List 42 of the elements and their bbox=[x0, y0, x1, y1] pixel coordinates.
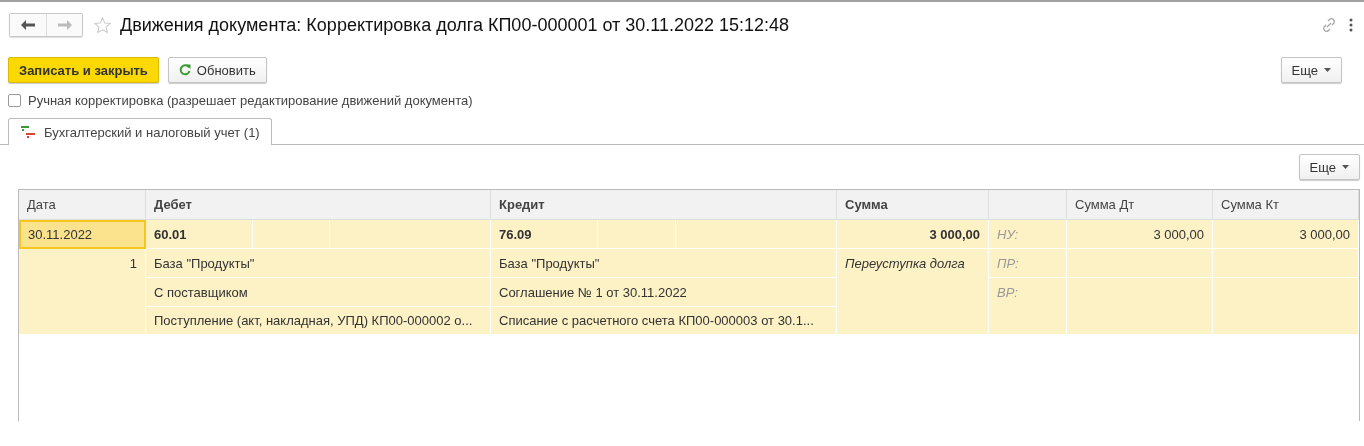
arrow-left-icon bbox=[21, 20, 35, 30]
table-cell: 76.09 bbox=[491, 220, 598, 249]
arrow-right-icon bbox=[57, 20, 72, 30]
table-cell: НУ: bbox=[989, 220, 1067, 249]
table-cell: С поставщиком bbox=[146, 278, 491, 307]
column-header[interactable]: Сумма Дт bbox=[1067, 190, 1213, 220]
back-button[interactable] bbox=[10, 14, 46, 36]
table-cell: 3 000,00 bbox=[837, 220, 989, 249]
debit-credit-icon bbox=[21, 125, 35, 139]
more-button[interactable]: Еще bbox=[1298, 154, 1360, 180]
caret-icon bbox=[1324, 68, 1331, 72]
caret-icon bbox=[1342, 165, 1349, 169]
more-icon[interactable] bbox=[1349, 18, 1353, 32]
more-button[interactable]: Еще bbox=[1280, 57, 1342, 83]
refresh-button[interactable]: Обновить bbox=[167, 57, 267, 83]
table-cell: Поступление (акт, накладная, УПД) КП00-000002 о... bbox=[146, 307, 491, 335]
table-cell: 60.01 bbox=[146, 220, 253, 249]
table-cell: 3 000,00 bbox=[1213, 220, 1359, 249]
table-cell: Списание с расчетного счета КП00-000003 от 30.1... bbox=[491, 307, 837, 335]
table-cell: Переуступка долга bbox=[837, 249, 989, 335]
checkbox-label: Ручная корректировка (разрешает редактирование движений документа) bbox=[28, 93, 473, 108]
save-and-close-button[interactable]: Записать и закрыть bbox=[8, 57, 159, 83]
column-header[interactable]: Сумма bbox=[837, 190, 989, 220]
column-header[interactable]: Сумма Кт bbox=[1213, 190, 1359, 220]
tab[interactable]: Бухгалтерский и налоговый учет (1) bbox=[8, 118, 272, 145]
refresh-icon bbox=[178, 64, 191, 76]
window-title: Движения документа: Корректировка долга КП00-000001 от 30.11.2022 15:12:48 bbox=[120, 14, 791, 36]
column-header[interactable]: Дата bbox=[19, 190, 146, 220]
table-cell: 3 000,00 bbox=[1067, 220, 1213, 249]
table-cell: ВР: bbox=[989, 278, 1067, 335]
table-cell[interactable]: 30.11.2022 bbox=[19, 220, 146, 249]
star-icon[interactable] bbox=[94, 16, 111, 34]
link-icon[interactable] bbox=[1321, 17, 1337, 33]
table-cell: 1 bbox=[19, 249, 146, 335]
column-header[interactable] bbox=[989, 190, 1067, 220]
table-cell: База "Продукты" bbox=[491, 249, 837, 278]
checkbox[interactable] bbox=[8, 94, 21, 107]
table-cell: Соглашение № 1 от 30.11.2022 bbox=[491, 278, 837, 307]
table-cell: ПР: bbox=[989, 249, 1067, 278]
table-cell: База "Продукты" bbox=[146, 249, 491, 278]
column-header[interactable]: Дебет bbox=[146, 190, 491, 220]
column-header[interactable]: Кредит bbox=[491, 190, 837, 220]
